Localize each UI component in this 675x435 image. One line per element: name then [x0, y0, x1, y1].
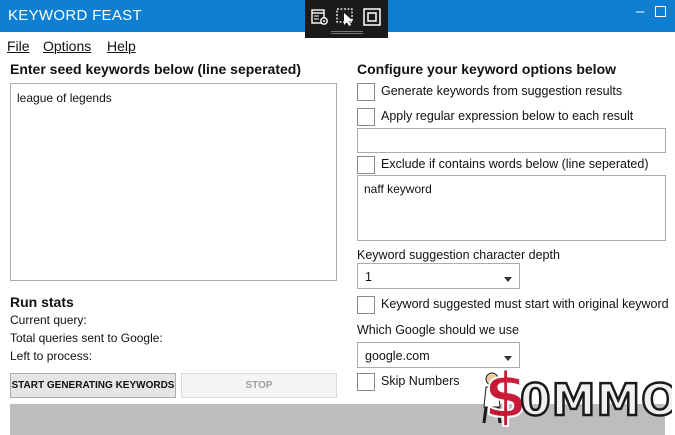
exclude-words-textarea[interactable]: naff keyword — [357, 175, 666, 241]
settings-window-icon[interactable] — [310, 7, 330, 27]
depth-label: Keyword suggestion character depth — [357, 248, 560, 262]
apply-regex-label: Apply regular expression below to each r… — [381, 109, 634, 123]
seed-heading: Enter seed keywords below (line seperate… — [10, 61, 301, 77]
start-generating-button[interactable]: START GENERATING KEYWORDS — [10, 373, 176, 398]
current-query-label: Current query: — [10, 313, 87, 327]
generate-from-suggestions-checkbox[interactable] — [357, 83, 375, 101]
app-title: KEYWORD FEAST — [8, 7, 142, 24]
depth-select[interactable]: 1 — [357, 263, 520, 289]
options-heading: Configure your keyword options below — [357, 61, 617, 77]
maximize-button[interactable] — [655, 6, 666, 17]
drag-handle[interactable] — [331, 31, 363, 34]
watermark-logo: $ 0MMO — [462, 357, 675, 433]
menu-file[interactable]: File — [7, 38, 30, 54]
left-to-process-label: Left to process: — [10, 349, 93, 363]
google-label: Which Google should we use — [357, 323, 519, 337]
exclude-words-value: naff keyword — [364, 182, 432, 196]
total-queries-label: Total queries sent to Google: — [10, 331, 163, 345]
pointer-select-icon[interactable] — [336, 7, 356, 27]
apply-regex-checkbox[interactable] — [357, 108, 375, 126]
google-value: google.com — [365, 349, 430, 363]
menu-help[interactable]: Help — [107, 38, 136, 54]
svg-text:0MMO: 0MMO — [520, 375, 672, 426]
fullscreen-icon[interactable] — [362, 7, 382, 27]
run-stats-heading: Run stats — [10, 294, 74, 310]
minimize-button[interactable]: – — [636, 3, 644, 20]
depth-value: 1 — [365, 270, 372, 284]
seed-keywords-value: league of legends — [17, 91, 112, 105]
maximize-icon — [655, 6, 666, 17]
regex-input[interactable] — [357, 128, 666, 153]
floating-toolbar — [305, 0, 388, 38]
must-start-checkbox[interactable] — [357, 296, 375, 314]
exclude-words-label: Exclude if contains words below (line se… — [381, 157, 649, 171]
exclude-words-checkbox[interactable] — [357, 156, 375, 174]
stop-button[interactable]: STOP — [181, 373, 337, 398]
skip-numbers-checkbox[interactable] — [357, 373, 375, 391]
generate-from-suggestions-label: Generate keywords from suggestion result… — [381, 84, 623, 98]
skip-numbers-label: Skip Numbers — [381, 374, 460, 388]
menu-options[interactable]: Options — [43, 38, 91, 54]
seed-keywords-textarea[interactable]: league of legends — [10, 83, 337, 281]
chevron-down-icon — [504, 272, 512, 282]
must-start-label: Keyword suggested must start with origin… — [381, 297, 669, 311]
